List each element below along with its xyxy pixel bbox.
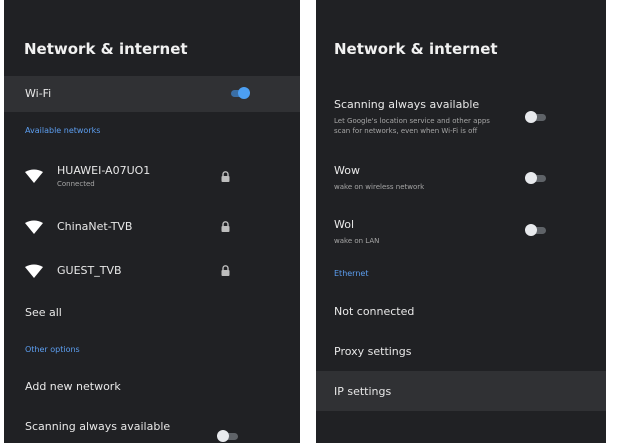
not-connected-label: Not connected <box>334 305 415 318</box>
scanning-description-line-2: scan for networks, even when Wi-Fi is of… <box>334 127 478 135</box>
wifi-icon <box>25 220 43 234</box>
see-all-label: See all <box>25 306 62 319</box>
lock-icon <box>221 171 230 182</box>
network-item[interactable]: GUEST_TVB <box>4 254 300 286</box>
not-connected-item[interactable]: Not connected <box>316 296 606 326</box>
wow-label: Wow <box>334 164 360 177</box>
page-title: Network & internet <box>334 40 498 58</box>
network-status: Connected <box>57 180 95 188</box>
scanning-always-available-item[interactable]: Scanning always available <box>4 412 300 443</box>
network-name: ChinaNet-TVB <box>57 220 133 233</box>
ip-settings-item[interactable]: IP settings <box>316 371 606 411</box>
proxy-settings-label: Proxy settings <box>334 345 412 358</box>
proxy-settings-item[interactable]: Proxy settings <box>316 337 606 367</box>
network-item[interactable]: ChinaNet-TVB <box>4 210 300 242</box>
wol-label: Wol <box>334 218 355 231</box>
scanning-always-available-item[interactable]: Scanning always available Let Google's l… <box>316 92 606 146</box>
wifi-label: Wi-Fi <box>25 87 52 100</box>
scanning-description-line-1: Let Google's location service and other … <box>334 117 490 125</box>
network-settings-panel: Network & internet Scanning always avail… <box>316 0 606 443</box>
ip-settings-label: IP settings <box>334 385 392 398</box>
other-options-header: Other options <box>25 345 80 354</box>
ethernet-header: Ethernet <box>334 269 369 278</box>
available-networks-header: Available networks <box>25 126 101 135</box>
see-all-item[interactable]: See all <box>4 298 300 328</box>
network-name: HUAWEI-A07UO1 <box>57 164 151 177</box>
scanning-label: Scanning always available <box>334 98 480 111</box>
network-item[interactable]: HUAWEI-A07UO1 Connected <box>4 158 300 194</box>
page-title: Network & internet <box>24 40 188 58</box>
wow-description: wake on wireless network <box>334 183 425 191</box>
wifi-icon <box>25 264 43 278</box>
scanning-label: Scanning always available <box>25 420 171 433</box>
network-name: GUEST_TVB <box>57 264 122 277</box>
scanning-toggle[interactable] <box>217 430 239 442</box>
wifi-settings-panel: Network & internet Wi-Fi Available netwo… <box>4 0 300 443</box>
wow-item[interactable]: Wow wake on wireless network <box>316 158 606 198</box>
wol-description: wake on LAN <box>334 237 380 245</box>
add-new-network-label: Add new network <box>25 380 121 393</box>
add-new-network-item[interactable]: Add new network <box>4 372 300 402</box>
scanning-toggle[interactable] <box>525 111 547 123</box>
wifi-toggle[interactable] <box>228 87 250 99</box>
wol-item[interactable]: Wol wake on LAN <box>316 212 606 252</box>
wol-toggle[interactable] <box>525 224 547 236</box>
lock-icon <box>221 265 230 276</box>
lock-icon <box>221 221 230 232</box>
wifi-icon <box>25 169 43 183</box>
wow-toggle[interactable] <box>525 172 547 184</box>
wifi-toggle-row[interactable]: Wi-Fi <box>4 76 300 112</box>
